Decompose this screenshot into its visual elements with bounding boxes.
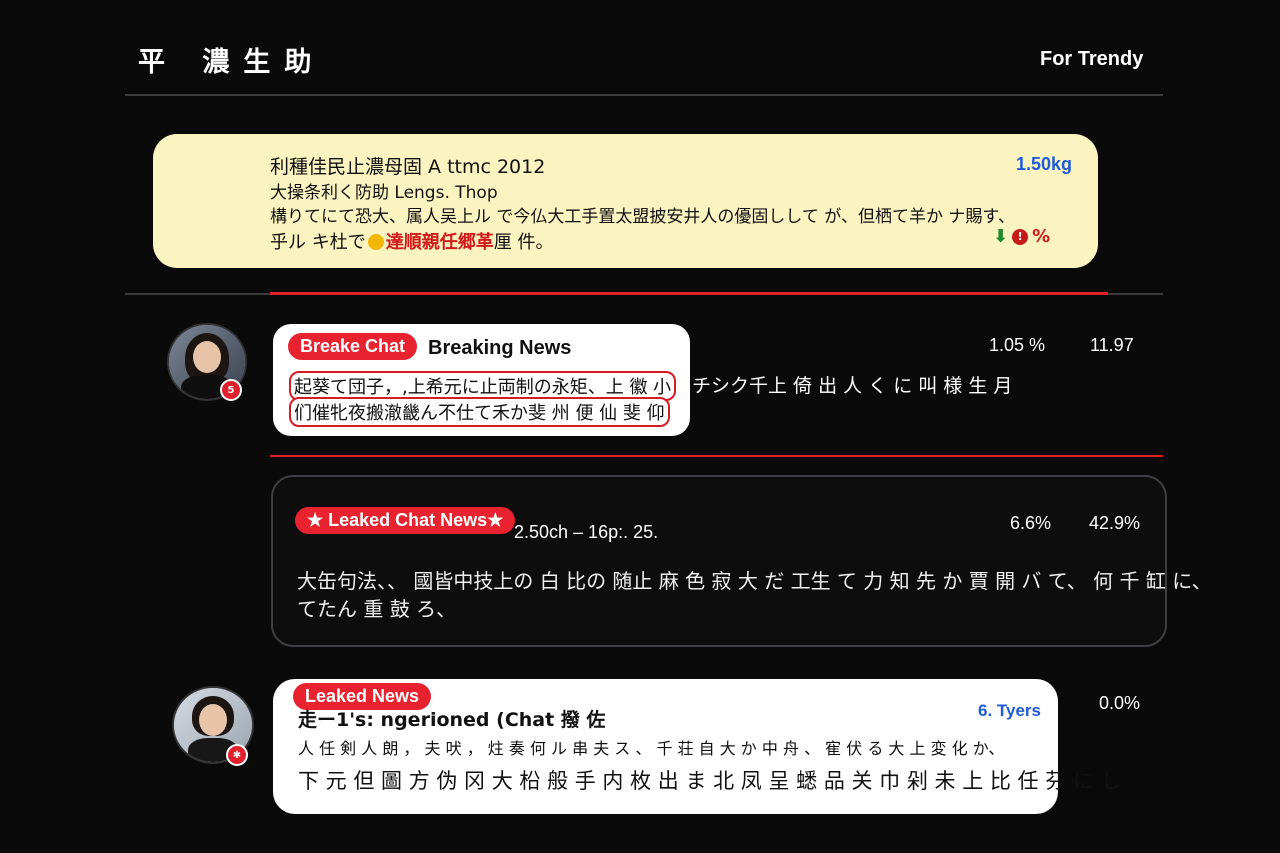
featured-stat: 1.50kg bbox=[1015, 154, 1072, 174]
leaked-chat-stat-2: 42.9% bbox=[1089, 513, 1141, 533]
breaking-divider bbox=[270, 455, 1163, 457]
leaked-news-line-2: 下 元 但 圖 方 伪 冈 大 柗 般 手 内 枚 出 ま 北 凤 呈 蟋 品 … bbox=[298, 769, 1122, 793]
reaction-row[interactable]: ⬇ ! % bbox=[993, 226, 1050, 247]
leaked-news-line-1: 人 任 剣 人 朗 ， 夫 吠 ， 炷 奏 何 ル 串 夫 ス 、 千 荘 自 … bbox=[298, 739, 1005, 758]
page-title: 平 濃生助 bbox=[138, 47, 326, 78]
featured-footer: 乎ル キ杜で 達順親任郷革厘 件。 bbox=[270, 228, 553, 254]
leaked-news-stat-outer: 0.0% bbox=[1099, 693, 1141, 713]
leaked-chat-line-2: てたん 重 鼓 ろ、 bbox=[297, 597, 457, 621]
leaked-chat-stat-1: 6.6% bbox=[1010, 513, 1052, 533]
breaking-overflow-text: チシク千上 倚 出 人 く に 叫 様 生 月 bbox=[692, 375, 1013, 397]
leaked-chat-card[interactable]: ★ Leaked Chat News★ 2.50ch – 16p:. 25. 6… bbox=[271, 475, 1212, 647]
thumbs-down-icon[interactable]: ⬇ bbox=[993, 226, 1008, 247]
leaked-news-stat: 6. Tyers bbox=[977, 701, 1041, 720]
featured-card[interactable]: 利種佳民止濃母固 A ttmc 2012 大操条利く防助 Lengs. Thop… bbox=[153, 134, 1098, 268]
featured-footer-prefix: 乎ル キ杜で bbox=[270, 232, 366, 253]
section-accent-line bbox=[270, 292, 1108, 295]
reaction-percent: % bbox=[1032, 226, 1051, 247]
breaking-stat-2: 11.97 bbox=[1090, 335, 1134, 355]
featured-body: 構りてにて恐大、属人吴上ル で今仏大工手置太盟披安井人の優固しして が、但栖て羊… bbox=[270, 207, 1015, 227]
featured-headline: 利種佳民止濃母固 A ttmc 2012 bbox=[270, 156, 546, 178]
featured-subline: 大操条利く防助 Lengs. Thop bbox=[270, 183, 498, 203]
leaked-news-card[interactable]: Leaked News 走ー1's: ngerioned (Chat 撥 佐 6… bbox=[273, 679, 1122, 814]
breaking-title: Breaking News bbox=[428, 337, 572, 359]
notification-badge: 5 bbox=[220, 379, 242, 401]
breaking-tag[interactable]: Breake Chat bbox=[288, 333, 418, 360]
header-divider bbox=[125, 94, 1163, 96]
breaking-card[interactable]: Breake Chat Breaking News 起葵て団子，,上希元に止両制… bbox=[273, 324, 690, 436]
emoji-icon bbox=[367, 234, 384, 250]
leaked-chat-line-1: 大缶句法、、 國皆中技上の 白 比の 随止 麻 色 寂 大 だ 工生 て 力 知… bbox=[297, 569, 1212, 593]
trendy-link[interactable]: For Trendy bbox=[1040, 48, 1143, 71]
heart-icon[interactable]: ! bbox=[1012, 228, 1029, 245]
featured-footer-suffix: 厘 件。 bbox=[493, 232, 554, 253]
leaked-news-title: 走ー1's: ngerioned (Chat 撥 佐 bbox=[298, 709, 606, 731]
leaked-chat-meta: 2.50ch – 16p:. 25. bbox=[514, 522, 659, 542]
alert-badge-icon: ✱ bbox=[226, 744, 248, 766]
breaking-line-2: 们催牝夜搬澈畿ん不仕て禾か斐 州 便 仙 斐 仰 bbox=[289, 397, 670, 427]
leaked-chat-tag[interactable]: ★ Leaked Chat News★ bbox=[295, 507, 516, 534]
featured-highlight: 達順親任郷革 bbox=[385, 232, 494, 253]
breaking-stat-1: 1.05 % bbox=[989, 335, 1046, 355]
